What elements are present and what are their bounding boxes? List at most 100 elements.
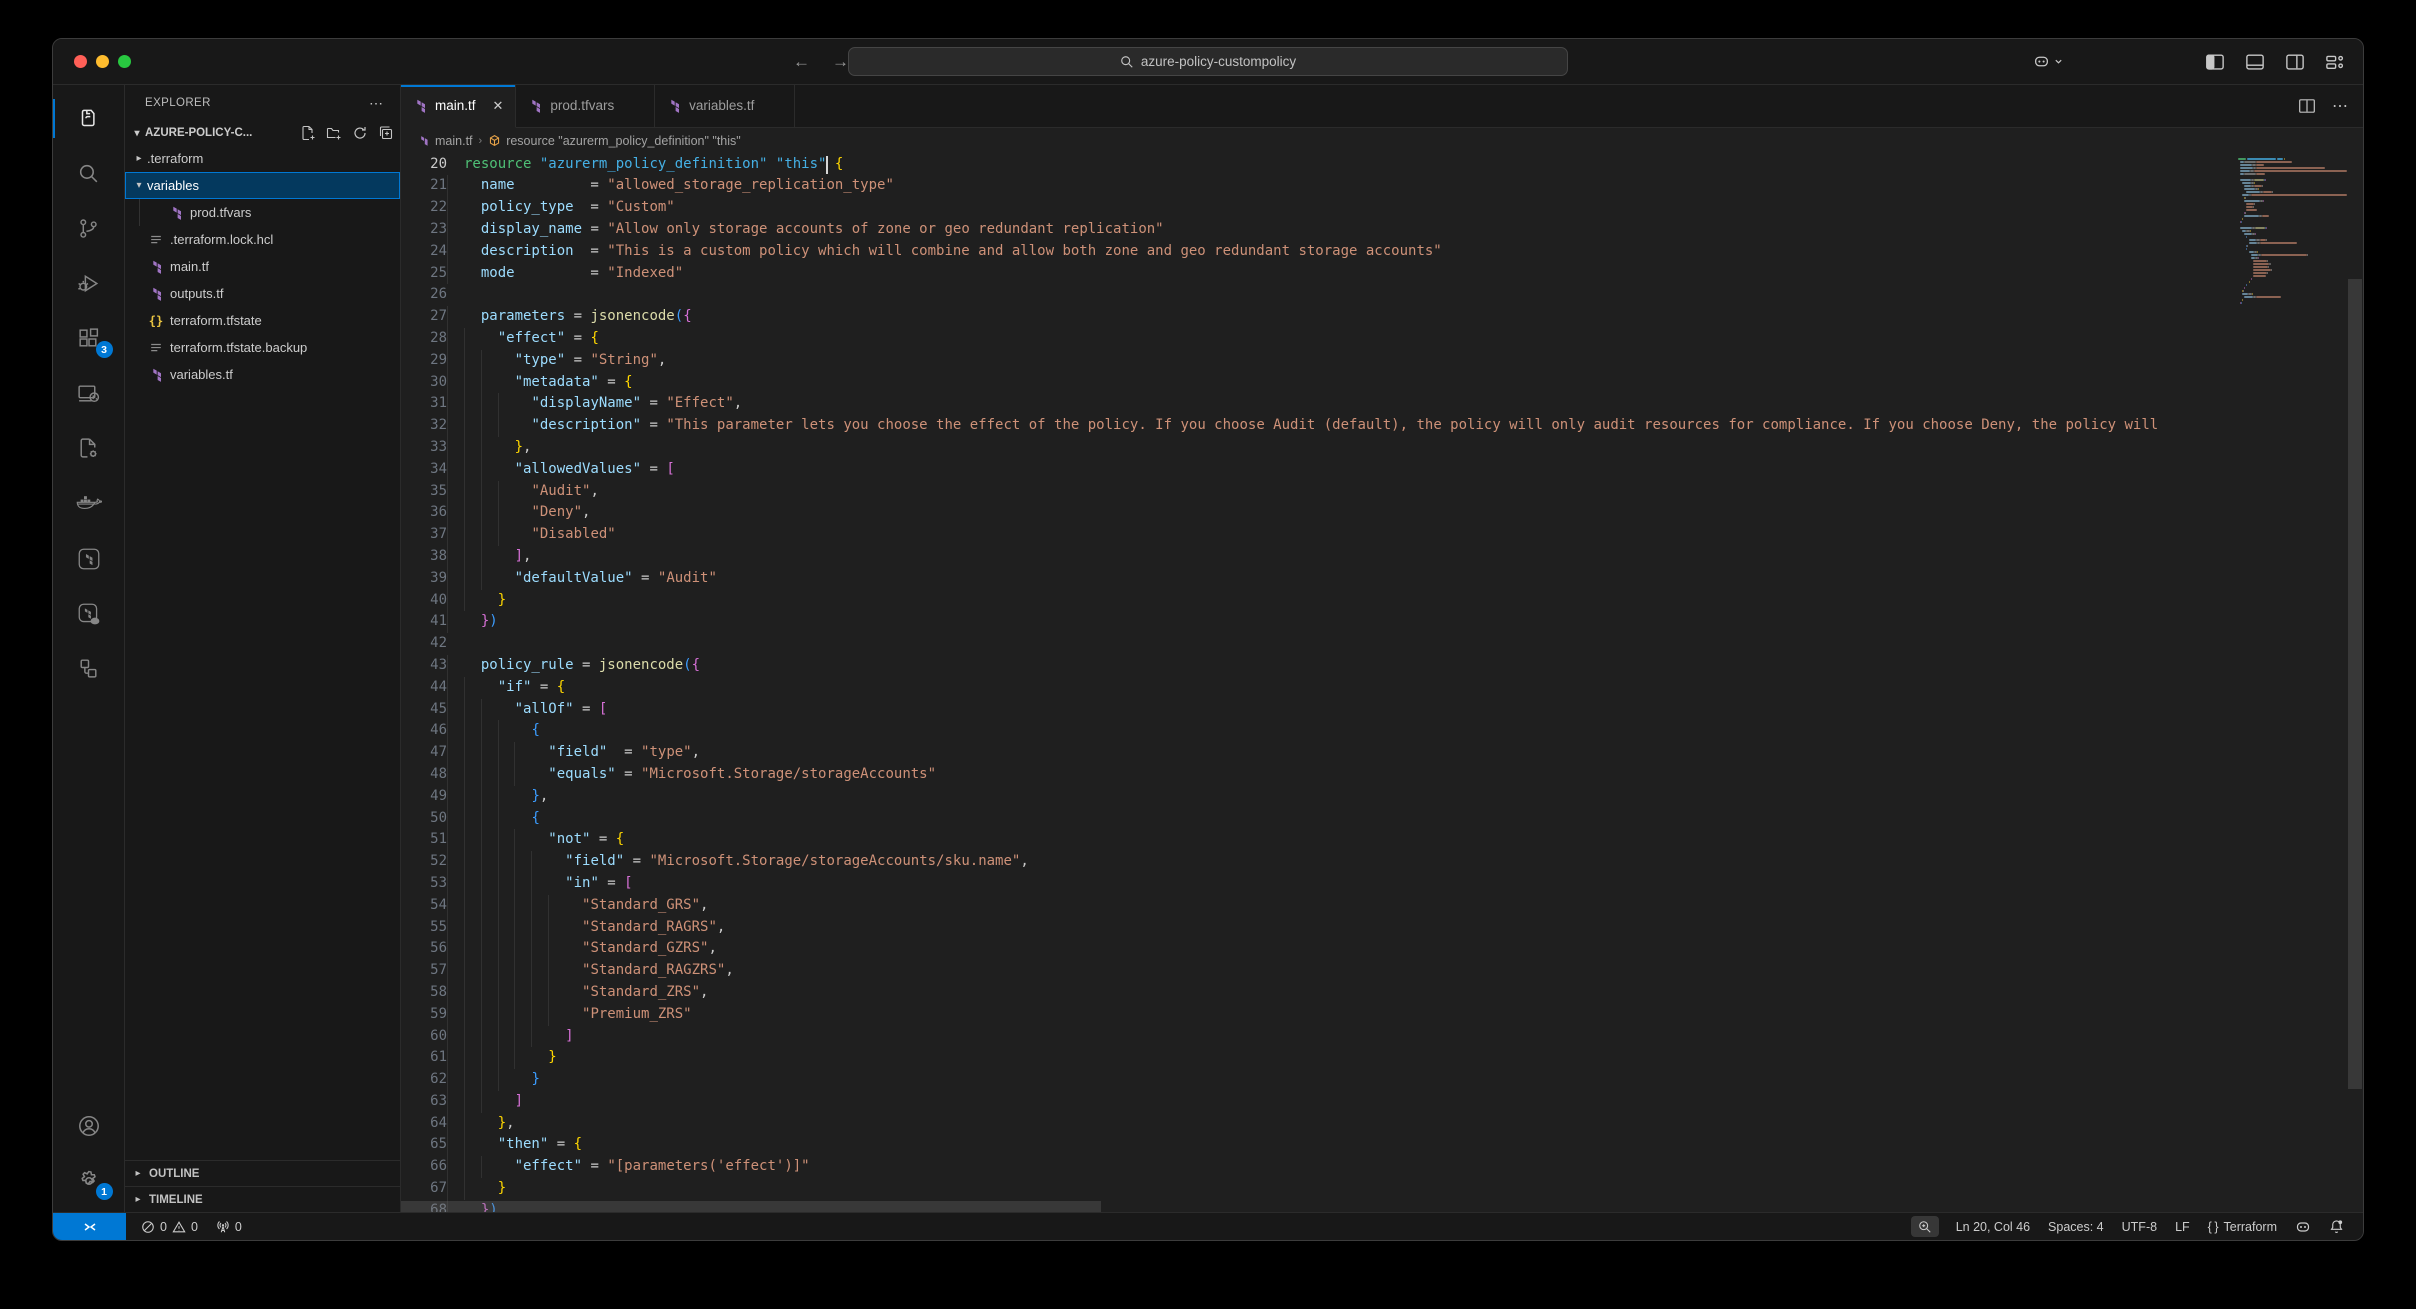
line-number: 54 [401,895,447,917]
chevron-down-icon: ▾ [131,180,147,191]
toggle-primary-sidebar-icon[interactable] [2205,52,2225,72]
remote-icon [82,1219,98,1235]
tree-item-terraform-tfstate[interactable]: {}terraform.tfstate [125,307,400,334]
command-center-search[interactable]: azure-policy-custompolicy [848,47,1568,76]
activity-terraform[interactable] [53,531,125,586]
workspace-root-row[interactable]: ▾ AZURE-POLICY-C... [125,121,400,145]
tree-item-variables[interactable]: ▾variables [125,172,400,199]
tree-item-prod-tfvars[interactable]: prod.tfvars [125,199,400,226]
line-content: "field" = "type", [447,742,700,764]
tree-item-outputs-tf[interactable]: outputs.tf [125,280,400,307]
close-window-button[interactable] [74,55,87,68]
navigate-forward-icon[interactable]: → [832,52,849,72]
indent-guide [481,481,482,503]
toggle-panel-icon[interactable] [2245,52,2265,72]
indent-guide [447,524,448,546]
explorer-more-actions-icon[interactable]: ⋯ [369,95,384,112]
line-content: "Audit", [447,481,599,503]
indent-guide [481,437,482,459]
breadcrumb-file[interactable]: main.tf [435,134,473,148]
code-line-58: 58 "Standard_ZRS", [401,982,2235,1004]
toggle-secondary-sidebar-icon[interactable] [2285,52,2305,72]
activity-infra-tools[interactable] [53,421,125,476]
ports-indicator[interactable]: 0 [207,1220,251,1234]
bell-icon [2329,1219,2344,1234]
code-line-61: 61 } [401,1047,2235,1069]
line-number: 39 [401,568,447,590]
editor-more-actions-icon[interactable]: ⋯ [2332,96,2349,116]
indent-guide [447,219,448,241]
new-file-icon[interactable] [300,125,316,141]
activity-explorer[interactable] [53,91,125,146]
activity-docker[interactable] [53,476,125,531]
problems-indicator[interactable]: 0 0 [132,1220,207,1234]
line-number: 50 [401,808,447,830]
activity-remote-explorer[interactable] [53,366,125,421]
indent-guide [514,851,515,873]
tree-item-terraform-tfstate-backup[interactable]: terraform.tfstate.backup [125,334,400,361]
tab-prod-tfvars[interactable]: prod.tfvars✕ [516,85,655,127]
minimap[interactable] [2235,154,2347,1212]
docker-icon [75,490,102,517]
cursor-position[interactable]: Ln 20, Col 46 [1947,1220,2039,1234]
remote-indicator[interactable] [53,1213,126,1241]
activity-bar: 3 [53,85,125,1212]
notifications[interactable] [2320,1219,2353,1234]
activity-terraform-cloud[interactable] [53,586,125,641]
timeline-section[interactable]: ▸ TIMELINE [125,1186,400,1212]
eol-sequence[interactable]: LF [2166,1220,2199,1234]
line-content: } [447,1069,540,1091]
copilot-status[interactable] [2286,1219,2320,1235]
indent-guide [514,1004,515,1026]
copilot-menu[interactable] [2033,53,2063,70]
tab-bar-tabs: main.tf✕prod.tfvars✕variables.tf✕ [401,85,795,127]
code-line-65: 65 "then" = { [401,1134,2235,1156]
tree-item-variables-tf[interactable]: variables.tf [125,361,400,388]
line-number: 25 [401,263,447,285]
activity-source-control[interactable] [53,201,125,256]
settings-button[interactable]: 1 [53,1153,125,1208]
collapse-all-icon[interactable] [378,125,394,141]
line-number: 64 [401,1113,447,1135]
tree-item--terraform[interactable]: ▸.terraform [125,145,400,172]
tab-label: prod.tfvars [550,98,614,113]
account-button[interactable] [53,1098,125,1153]
navigate-back-icon[interactable]: ← [793,52,810,72]
activity-run-debug[interactable] [53,256,125,311]
indent-guide [447,372,448,394]
horizontal-scrollbar[interactable] [401,1201,1101,1212]
code-line-52: 52 "field" = "Microsoft.Storage/storageA… [401,851,2235,873]
code-line-39: 39 "defaultValue" = "Audit" [401,568,2235,590]
line-content: "not" = { [447,829,624,851]
split-editor-icon[interactable] [2298,97,2316,115]
indentation[interactable]: Spaces: 4 [2039,1220,2113,1234]
line-content: "Deny", [447,502,590,524]
activity-extensions[interactable]: 3 [53,311,125,366]
new-folder-icon[interactable] [326,125,342,141]
activity-containers[interactable] [53,641,125,696]
zoom-window-button[interactable] [118,55,131,68]
activity-search[interactable] [53,146,125,201]
tree-item--terraform-lock-hcl[interactable]: .terraform.lock.hcl [125,226,400,253]
close-tab-icon[interactable]: ✕ [493,98,504,114]
line-number: 24 [401,241,447,263]
tab-main-tf[interactable]: main.tf✕ [401,85,516,128]
code-line-48: 48 "equals" = "Microsoft.Storage/storage… [401,764,2235,786]
indent-guide [447,1026,448,1048]
zoom-status[interactable] [1911,1216,1939,1237]
indent-guide [464,851,465,873]
customize-layout-icon[interactable] [2325,52,2345,72]
refresh-icon[interactable] [352,125,368,141]
tree-item-main-tf[interactable]: main.tf [125,253,400,280]
breadcrumb-symbol[interactable]: resource "azurerm_policy_definition" "th… [506,134,741,148]
minimize-window-button[interactable] [96,55,109,68]
vertical-scrollbar[interactable] [2348,279,2362,1089]
encoding[interactable]: UTF-8 [2113,1220,2166,1234]
indent-guide [447,1047,448,1069]
indent-guide [548,917,549,939]
tab-variables-tf[interactable]: variables.tf✕ [655,85,795,127]
outline-section[interactable]: ▸ OUTLINE [125,1160,400,1186]
indent-guide [447,1156,448,1178]
code-editor[interactable]: 20resource "azurerm_policy_definition" "… [401,154,2235,1212]
language-mode[interactable]: { } Terraform [2199,1220,2286,1234]
